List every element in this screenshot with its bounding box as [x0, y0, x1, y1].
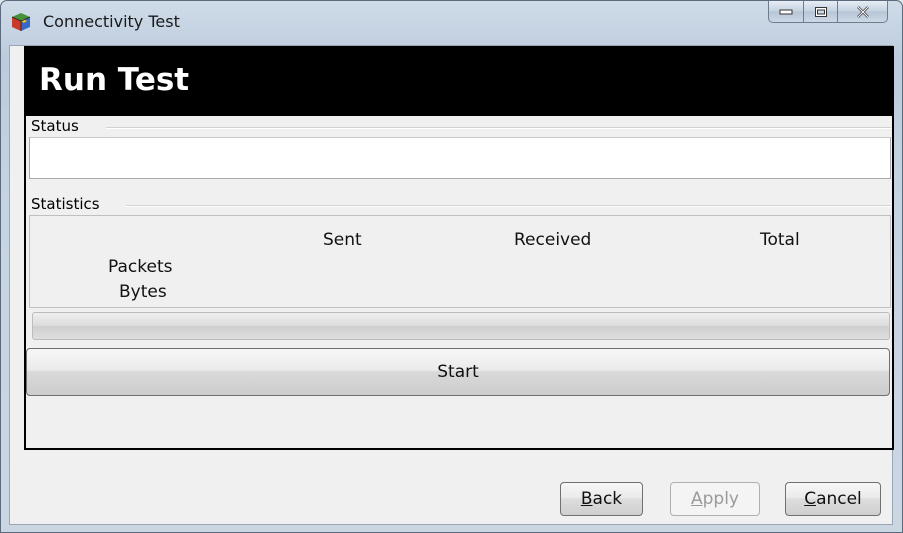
back-mnemonic: B	[580, 489, 593, 509]
apply-button[interactable]: Apply	[670, 482, 760, 516]
statistics-group-label: Statistics	[30, 195, 101, 213]
status-group-line	[106, 127, 891, 129]
caption-buttons	[768, 1, 888, 23]
cancel-label-rest: ancel	[816, 489, 862, 509]
close-icon	[856, 5, 869, 18]
apply-mnemonic: A	[690, 489, 703, 509]
header-band: Run Test	[26, 48, 892, 116]
close-button[interactable]	[838, 1, 888, 23]
progress-bar	[32, 312, 890, 340]
apply-label-rest: pply	[702, 489, 739, 509]
status-group-label: Status	[30, 117, 80, 135]
column-header-total: Total	[760, 230, 800, 250]
page-title: Run Test	[39, 62, 190, 98]
statistics-group-line	[126, 205, 891, 207]
window-title: Connectivity Test	[43, 12, 180, 31]
colored-cube-icon	[11, 13, 31, 31]
start-button[interactable]: Start	[26, 348, 890, 396]
row-label-packets: Packets	[108, 257, 173, 277]
run-test-panel: Run Test Status Statistics Sent Received…	[24, 46, 894, 450]
back-button[interactable]: Back	[560, 482, 643, 516]
title-bar[interactable]: Connectivity Test	[1, 1, 902, 45]
minimize-icon	[779, 9, 793, 14]
row-label-bytes: Bytes	[119, 282, 167, 302]
client-area: Run Test Status Statistics Sent Received…	[9, 45, 894, 525]
column-header-received: Received	[514, 230, 592, 250]
statistics-box: Sent Received Total Packets Bytes	[29, 215, 891, 308]
cancel-button[interactable]: Cancel	[785, 482, 881, 516]
connectivity-test-window: Connectivity Test Run Test Status Statis…	[0, 0, 903, 533]
maximize-button[interactable]	[804, 1, 838, 23]
cancel-mnemonic: C	[804, 489, 817, 509]
minimize-button[interactable]	[768, 1, 804, 23]
column-header-sent: Sent	[323, 230, 362, 250]
maximize-icon	[814, 6, 827, 17]
status-field	[29, 137, 891, 179]
back-label-rest: ack	[592, 489, 623, 509]
